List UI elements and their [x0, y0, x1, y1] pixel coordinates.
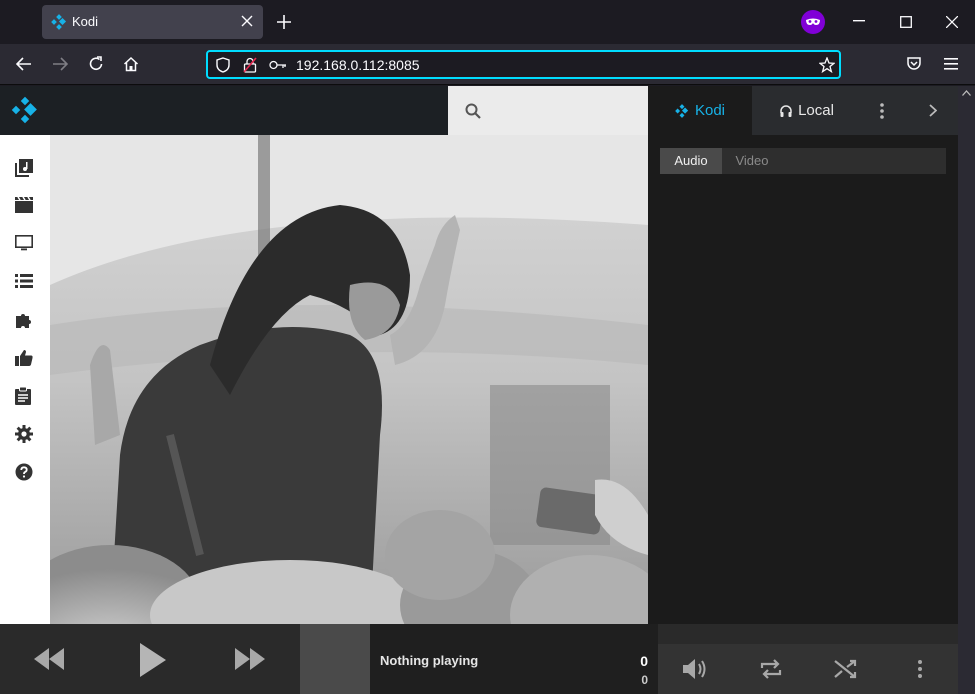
- headphones-icon: [780, 104, 792, 117]
- panel-more-icon[interactable]: [880, 103, 884, 119]
- kodi-web-interface: Kodi Local Audio Video Nothing playing 0…: [0, 86, 958, 694]
- page-scrollbar[interactable]: [958, 86, 975, 694]
- movies-icon[interactable]: [15, 197, 35, 217]
- search-box[interactable]: [448, 86, 648, 135]
- settings-icon[interactable]: [15, 425, 35, 445]
- play-icon[interactable]: [140, 643, 166, 677]
- help-icon[interactable]: [15, 463, 35, 483]
- bookmark-star-icon[interactable]: [819, 57, 835, 73]
- now-playing-title: Nothing playing: [380, 653, 479, 668]
- shuffle-icon[interactable]: [834, 658, 858, 680]
- browser-tab-strip: Kodi: [0, 0, 975, 44]
- menu-icon[interactable]: [944, 58, 958, 70]
- media-type-subtabs: Audio Video: [660, 148, 946, 174]
- new-tab-icon[interactable]: [277, 15, 291, 29]
- maximize-icon[interactable]: [900, 16, 912, 28]
- tab-kodi[interactable]: Kodi: [648, 86, 752, 135]
- fanart-background-image: [50, 135, 648, 624]
- tab-title: Kodi: [72, 14, 99, 29]
- volume-icon[interactable]: [683, 658, 709, 680]
- music-icon[interactable]: [15, 159, 35, 179]
- minimize-icon[interactable]: [853, 20, 865, 22]
- player-more-icon[interactable]: [918, 660, 922, 678]
- repeat-icon[interactable]: [759, 658, 783, 680]
- elapsed-time: 0: [640, 653, 648, 669]
- playlist-tabs: Kodi Local: [648, 86, 958, 135]
- close-window-icon[interactable]: [946, 16, 958, 28]
- thumbs-up-icon[interactable]: [15, 349, 35, 369]
- now-playing-thumbnail[interactable]: [300, 624, 370, 694]
- tab-kodi-label: Kodi: [694, 102, 726, 119]
- playlist-panel: Kodi Local Audio Video: [648, 86, 958, 624]
- forward-icon[interactable]: [52, 57, 68, 71]
- kodi-sidebar: [0, 135, 50, 624]
- kodi-favicon-icon: [51, 14, 67, 30]
- now-playing-info: Nothing playing 0 0: [370, 624, 658, 694]
- tab-local[interactable]: Local: [752, 86, 862, 135]
- total-time: 0: [641, 673, 648, 687]
- url-text[interactable]: 192.168.0.112:8085: [296, 57, 420, 73]
- tab-local-label: Local: [798, 102, 834, 119]
- rewind-icon[interactable]: [34, 648, 64, 670]
- panel-collapse-icon[interactable]: [929, 104, 937, 117]
- pocket-icon[interactable]: [906, 56, 922, 72]
- home-icon[interactable]: [123, 56, 139, 72]
- clipboard-icon[interactable]: [15, 387, 35, 407]
- player-bar: Nothing playing 0 0: [0, 624, 958, 694]
- reload-icon[interactable]: [88, 56, 104, 72]
- player-controls-right: [658, 624, 958, 694]
- back-icon[interactable]: [16, 57, 32, 71]
- kodi-tab-icon: [675, 103, 689, 118]
- subtab-audio[interactable]: Audio: [660, 148, 722, 174]
- key-icon[interactable]: [269, 59, 287, 71]
- playlist-icon[interactable]: [15, 273, 35, 293]
- kodi-logo-icon[interactable]: [11, 96, 39, 124]
- shield-icon[interactable]: [216, 57, 230, 73]
- volume-strip[interactable]: [658, 624, 958, 644]
- fast-forward-icon[interactable]: [235, 648, 265, 670]
- url-bar[interactable]: 192.168.0.112:8085: [206, 50, 841, 79]
- search-icon[interactable]: [465, 103, 481, 119]
- browser-tab[interactable]: Kodi: [42, 5, 263, 39]
- tv-icon[interactable]: [15, 235, 35, 255]
- subtab-video[interactable]: Video: [722, 148, 782, 174]
- private-browsing-icon: [801, 10, 825, 34]
- insecure-lock-icon[interactable]: [243, 57, 257, 73]
- kodi-header: [0, 86, 448, 135]
- scroll-up-icon[interactable]: [962, 90, 971, 96]
- addons-icon[interactable]: [15, 311, 35, 331]
- close-tab-icon[interactable]: [241, 15, 253, 27]
